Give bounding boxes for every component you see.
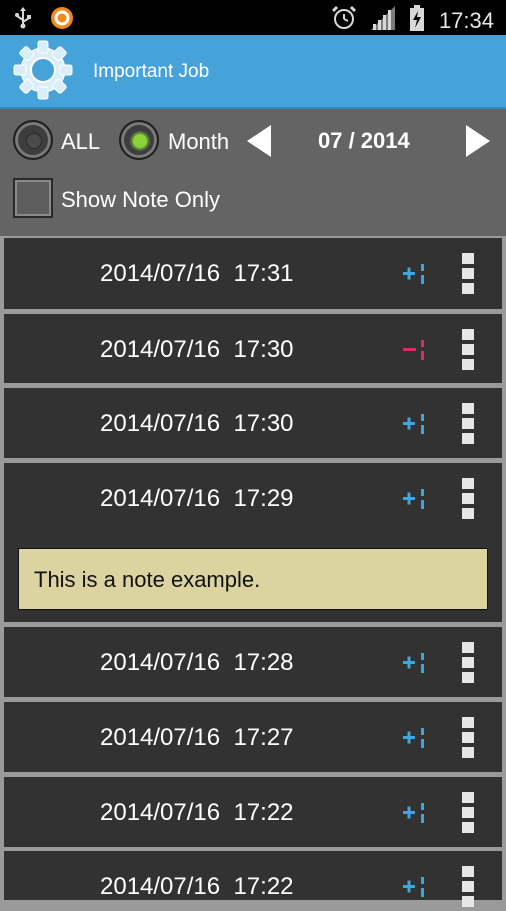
usb-icon: [14, 7, 32, 34]
plus-icon: [400, 487, 428, 511]
show-note-only-checkbox[interactable]: [13, 178, 53, 218]
entry-datetime: 2014/07/16 17:22: [100, 799, 294, 826]
status-bar: 17:34: [0, 0, 506, 35]
battery-charging-icon: [409, 5, 425, 36]
previous-month-button[interactable]: [247, 125, 271, 157]
list-item[interactable]: 2014/07/16 17:31: [4, 238, 502, 309]
next-month-button[interactable]: [466, 125, 490, 157]
note-box: This is a note example.: [18, 548, 488, 610]
radio-month[interactable]: [119, 120, 159, 160]
app-bar: Important Job: [0, 35, 506, 109]
radio-all[interactable]: [13, 120, 53, 160]
entry-datetime: 2014/07/16 17:28: [100, 649, 294, 676]
month-label: 07 / 2014: [318, 128, 410, 153]
list-item[interactable]: 2014/07/16 17:22: [4, 777, 502, 847]
radio-month-indicator: [132, 133, 148, 149]
list-item[interactable]: 2014/07/16 17:29 This is a note example.: [4, 463, 502, 622]
radio-all-label[interactable]: ALL: [61, 129, 100, 155]
status-clock: 17:34: [438, 7, 494, 33]
gear-icon[interactable]: [10, 37, 76, 103]
entry-datetime: 2014/07/16 17:29: [100, 485, 294, 512]
plus-icon: [400, 412, 428, 436]
plus-icon: [400, 801, 428, 825]
show-note-only-label[interactable]: Show Note Only: [61, 187, 220, 213]
more-options-icon[interactable]: [462, 253, 476, 298]
app-notification-icon: [50, 6, 74, 35]
signal-icon: [370, 6, 395, 35]
minus-icon: [400, 338, 428, 362]
list-item[interactable]: 2014/07/16 17:30: [4, 388, 502, 458]
more-options-icon[interactable]: [462, 642, 476, 687]
plus-icon: [400, 875, 428, 899]
entry-datetime: 2014/07/16 17:30: [100, 336, 294, 363]
entry-datetime: 2014/07/16 17:30: [100, 410, 294, 437]
more-options-icon[interactable]: [462, 792, 476, 837]
list-item[interactable]: 2014/07/16 17:30: [4, 314, 502, 383]
app-title: Important Job: [93, 61, 210, 82]
more-options-icon[interactable]: [462, 866, 476, 911]
more-options-icon[interactable]: [462, 403, 476, 448]
more-options-icon[interactable]: [462, 717, 476, 762]
plus-icon: [400, 726, 428, 750]
note-text: This is a note example.: [34, 567, 261, 592]
entry-datetime: 2014/07/16 17:31: [100, 260, 294, 287]
plus-icon: [400, 262, 428, 286]
more-options-icon[interactable]: [462, 329, 476, 374]
list-item[interactable]: 2014/07/16 17:22: [4, 851, 502, 907]
entry-datetime: 2014/07/16 17:22: [100, 873, 294, 900]
entry-datetime: 2014/07/16 17:27: [100, 724, 294, 751]
list-item[interactable]: 2014/07/16 17:27: [4, 702, 502, 772]
alarm-icon: [331, 5, 357, 36]
list-item[interactable]: 2014/07/16 17:28: [4, 627, 502, 697]
radio-month-label[interactable]: Month: [168, 129, 229, 155]
more-options-icon[interactable]: [462, 478, 476, 523]
plus-icon: [400, 651, 428, 675]
radio-all-indicator: [26, 133, 42, 149]
